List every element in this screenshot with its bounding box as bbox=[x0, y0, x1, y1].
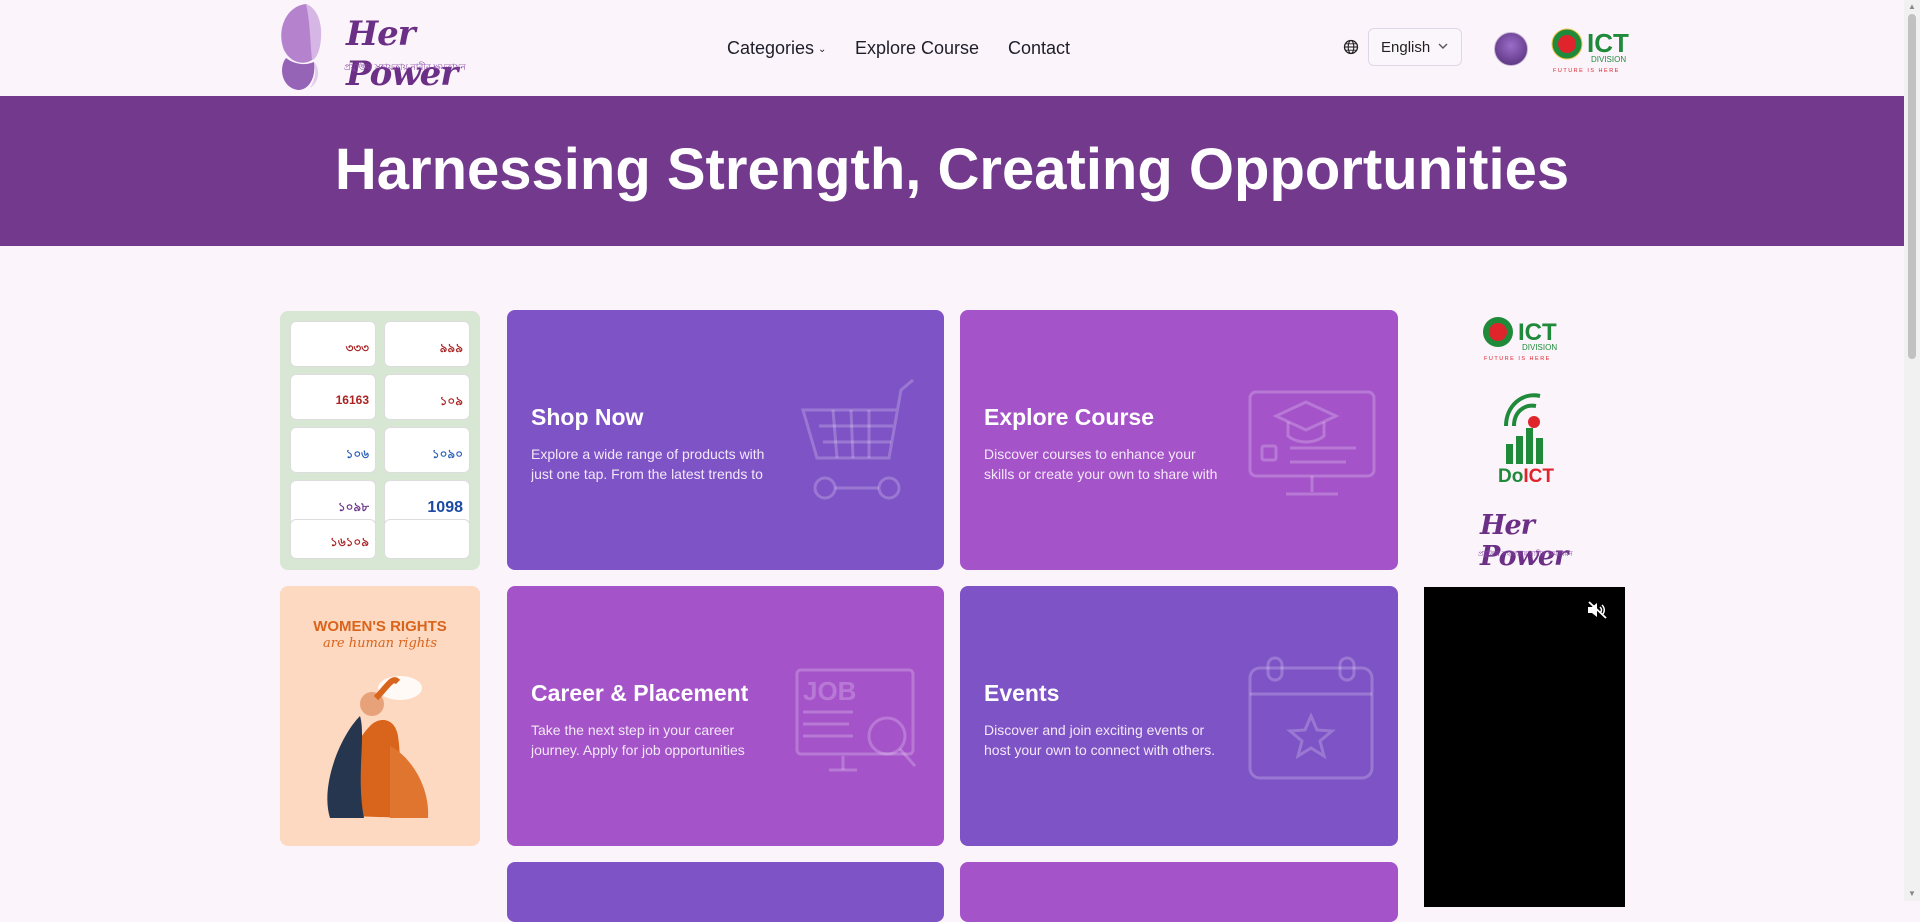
card-explore-course-desc: Discover courses to enhance your skills … bbox=[984, 446, 1218, 482]
helpline-999: ৯৯৯ bbox=[384, 321, 470, 367]
language-value: English bbox=[1381, 39, 1431, 56]
her-power-logo-side[interactable]: Her Power প্রযুক্তির সহায়তায় নারীর ক্ষ… bbox=[1478, 508, 1578, 572]
helpline-333: ৩৩৩ bbox=[290, 321, 376, 367]
side-her-power-title: Her Power bbox=[1480, 510, 1568, 572]
chevron-down-icon: ⌄ bbox=[818, 43, 827, 55]
course-icon bbox=[1248, 390, 1376, 496]
cart-icon bbox=[801, 378, 914, 500]
butterfly-icon bbox=[281, 4, 322, 90]
logo-title: Her Power bbox=[346, 14, 458, 94]
scrollbar-thumb[interactable] bbox=[1908, 14, 1916, 359]
side-ict-division: DIVISION bbox=[1522, 343, 1557, 352]
helpline-16109: ১৬১০৯ bbox=[290, 519, 376, 559]
card-events[interactable]: Events Discover and join exciting events… bbox=[960, 586, 1398, 846]
mute-icon[interactable] bbox=[1586, 600, 1608, 620]
job-icon: JOB bbox=[795, 668, 917, 772]
card-career-title: Career & Placement bbox=[531, 680, 749, 706]
hero-banner: Harnessing Strength, Creating Opportunit… bbox=[0, 96, 1904, 246]
ict-division-text: DIVISION bbox=[1591, 55, 1626, 64]
side-ict-text: ICT bbox=[1518, 319, 1557, 346]
nav-explore-course[interactable]: Explore Course bbox=[855, 38, 979, 59]
card-shop-now[interactable]: Shop Now Explore a wide range of product… bbox=[507, 310, 944, 570]
hero-title: Harnessing Strength, Creating Opportunit… bbox=[334, 137, 1570, 202]
helpline-banner[interactable]: ৩৩৩ ৯৯৯ 16163 ১০৯ ১০৬ ১০৯০ ১০৯৮ 1098 ১৬১… bbox=[280, 311, 480, 570]
card-more-left[interactable] bbox=[507, 862, 944, 922]
doict-do: Do bbox=[1498, 466, 1523, 486]
side-ict-tagline: FUTURE IS HERE bbox=[1484, 356, 1551, 362]
scroll-up-icon[interactable]: ▲ bbox=[1907, 3, 1917, 11]
ict-division-logo-side[interactable]: ICT DIVISION FUTURE IS HERE bbox=[1480, 310, 1570, 362]
calendar-icon bbox=[1248, 656, 1374, 780]
nav-contact[interactable]: Contact bbox=[1008, 38, 1070, 59]
helpline-1090: ১০৯০ bbox=[384, 427, 470, 473]
card-events-title: Events bbox=[984, 680, 1060, 706]
card-career-placement[interactable]: JOB Career & Placement Take the next ste… bbox=[507, 586, 944, 846]
ict-text: ICT bbox=[1587, 28, 1629, 58]
card-explore-course-title: Explore Course bbox=[984, 404, 1154, 430]
helpline-109: ১০৯ bbox=[384, 374, 470, 420]
nav-categories[interactable]: Categories ⌄ bbox=[727, 38, 826, 59]
woman-illustration bbox=[327, 676, 429, 818]
avatar[interactable] bbox=[1494, 32, 1528, 66]
her-power-logo[interactable]: Her Power প্রযুক্তির সহায়তায় নারীর ক্ষ… bbox=[276, 0, 466, 94]
womens-rights-banner[interactable]: WOMEN'S RIGHTS are human rights bbox=[280, 586, 480, 846]
globe-icon[interactable] bbox=[1343, 39, 1359, 55]
card-career-desc: Take the next step in your career journe… bbox=[531, 722, 745, 758]
helpline-106: ১০৬ bbox=[290, 427, 376, 473]
card-events-desc: Discover and join exciting events or hos… bbox=[984, 722, 1216, 758]
ict-tagline: FUTURE IS HERE bbox=[1553, 68, 1620, 74]
card-explore-course[interactable]: Explore Course Discover courses to enhan… bbox=[960, 310, 1398, 570]
chevron-down-icon bbox=[1438, 43, 1448, 49]
doict-ict: ICT bbox=[1523, 466, 1554, 486]
site-header: Her Power প্রযুক্তির সহায়তায় নারীর ক্ষ… bbox=[0, 0, 1904, 96]
card-shop-now-desc: Explore a wide range of products with ju… bbox=[531, 446, 765, 482]
helpline-16163: 16163 bbox=[290, 374, 376, 420]
doict-logo[interactable]: DoICT bbox=[1494, 386, 1560, 486]
job-icon-text: JOB bbox=[803, 676, 856, 706]
logo-subtitle: প্রযুক্তির সহায়তায় নারীর ক্ষমতায়ন bbox=[344, 62, 466, 72]
helpline-extra bbox=[384, 519, 470, 559]
svg-text:DoICT: DoICT bbox=[1498, 466, 1554, 486]
card-shop-now-title: Shop Now bbox=[531, 404, 644, 430]
nav-categories-label: Categories bbox=[727, 38, 815, 58]
scroll-down-icon[interactable]: ▼ bbox=[1907, 890, 1917, 898]
card-more-right[interactable] bbox=[960, 862, 1398, 922]
ict-division-logo[interactable]: ICT DIVISION FUTURE IS HERE bbox=[1549, 22, 1639, 74]
video-player[interactable] bbox=[1424, 587, 1625, 907]
language-select[interactable]: English bbox=[1368, 28, 1462, 66]
side-her-power-subtitle: প্রযুক্তির সহায়তায় নারীর ক্ষমতায়ন bbox=[1478, 551, 1573, 558]
